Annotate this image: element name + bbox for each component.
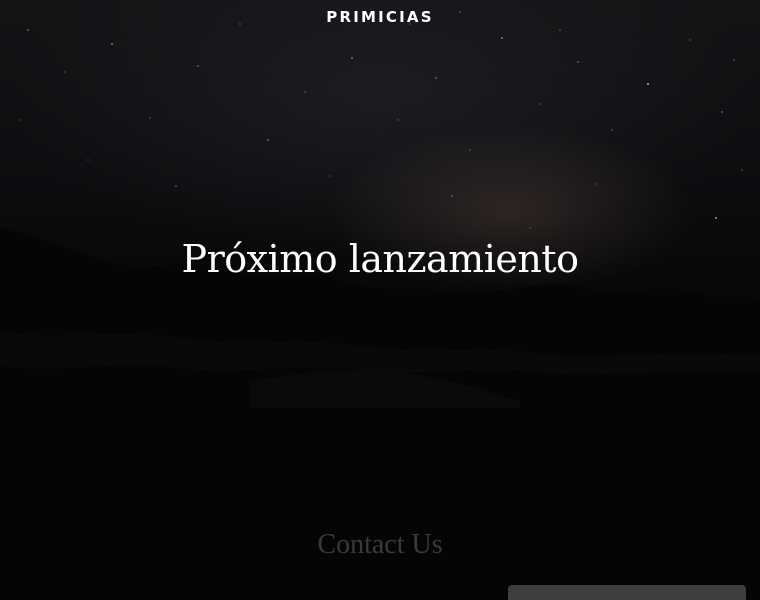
brand-logo[interactable]: PRIMICIAS bbox=[0, 8, 760, 26]
contact-form-panel bbox=[508, 585, 746, 600]
mountain-silhouette bbox=[0, 228, 760, 600]
contact-section-title: Contact Us bbox=[317, 529, 443, 560]
coming-soon-page: PRIMICIAS Próximo lanzamiento Contact Us bbox=[0, 0, 760, 600]
page-title: Próximo lanzamiento bbox=[181, 237, 579, 281]
